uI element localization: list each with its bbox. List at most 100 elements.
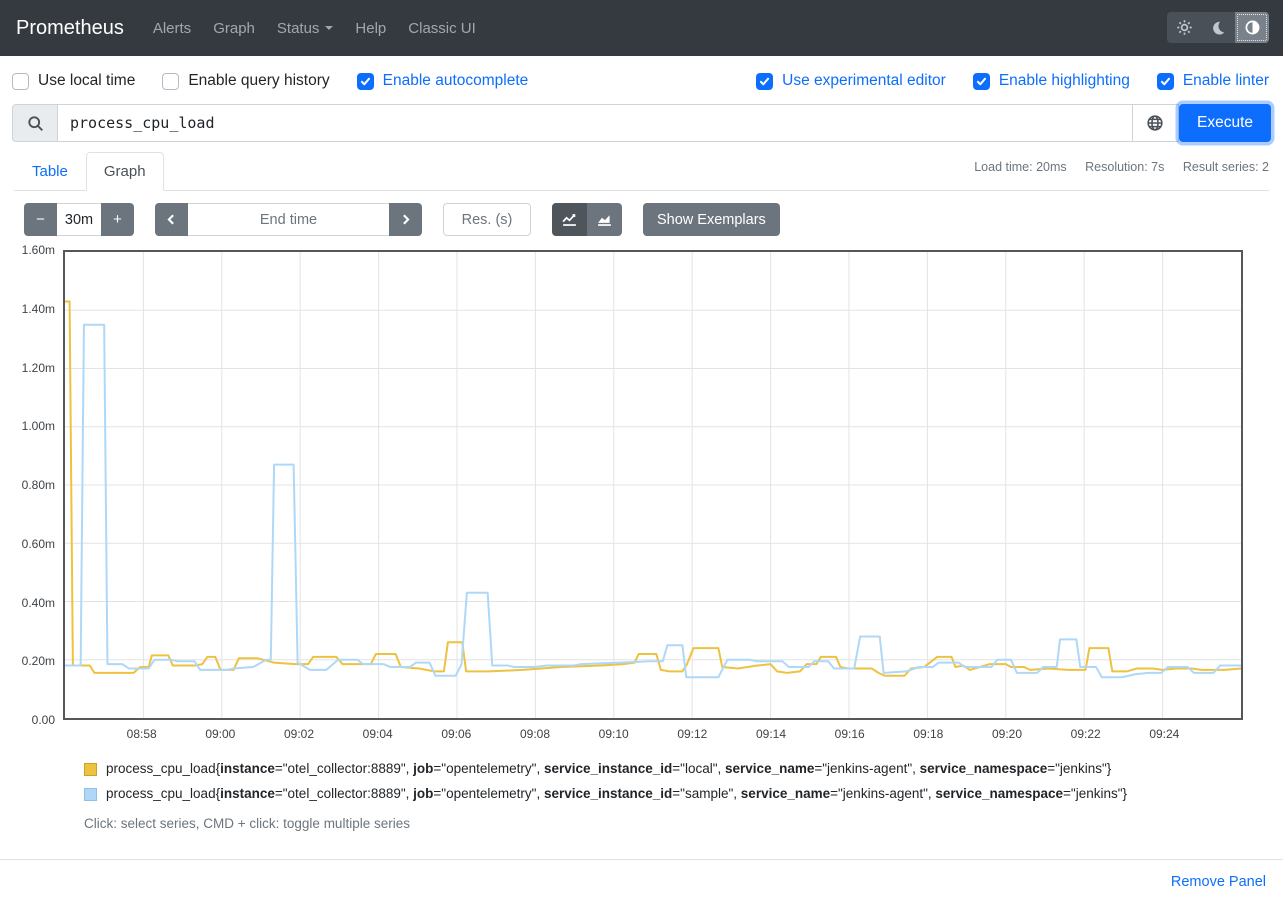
checkbox-label: Enable autocomplete bbox=[383, 72, 529, 90]
moon-icon bbox=[1210, 20, 1226, 36]
graph-type-toggle bbox=[552, 203, 622, 236]
tab-row: Table Graph Load time: 20ms Resolution: … bbox=[14, 152, 1269, 191]
checked-checkbox-icon bbox=[973, 73, 990, 90]
nav-item-classic-ui[interactable]: Classic UI bbox=[397, 20, 487, 37]
tabs: Table Graph bbox=[14, 152, 164, 190]
checkbox-enable-query-history[interactable]: Enable query history bbox=[162, 72, 329, 90]
x-tick-label: 09:02 bbox=[284, 727, 314, 741]
time-back-button[interactable] bbox=[155, 203, 188, 236]
dark-theme-button[interactable] bbox=[1201, 12, 1235, 43]
series-line-sample bbox=[65, 325, 1241, 677]
execute-button[interactable]: Execute bbox=[1179, 104, 1271, 142]
metrics-explorer-button[interactable] bbox=[1132, 104, 1179, 142]
time-forward-button[interactable] bbox=[389, 203, 422, 236]
load-time-stat: Load time: 20ms bbox=[974, 160, 1066, 174]
x-tick-label: 09:18 bbox=[913, 727, 943, 741]
options-left-group: Use local time Enable query history Enable… bbox=[12, 72, 528, 90]
checked-checkbox-icon bbox=[1157, 73, 1174, 90]
x-tick-label: 09:04 bbox=[363, 727, 393, 741]
x-tick-label: 09:22 bbox=[1071, 727, 1101, 741]
checkbox-enable-linter[interactable]: Enable linter bbox=[1157, 72, 1269, 90]
y-tick-label: 1.00m bbox=[22, 419, 55, 433]
line-graph-button[interactable] bbox=[552, 203, 587, 236]
half-circle-icon bbox=[1244, 19, 1261, 36]
query-stats: Load time: 20ms Resolution: 7s Result se… bbox=[959, 152, 1269, 190]
navbar: Prometheus Alerts Graph Status Help Clas… bbox=[0, 0, 1283, 56]
tab-graph[interactable]: Graph bbox=[86, 152, 164, 191]
checked-checkbox-icon bbox=[756, 73, 773, 90]
remove-panel-row: Remove Panel bbox=[0, 873, 1266, 891]
unchecked-checkbox-icon bbox=[12, 73, 29, 90]
legend-item[interactable]: process_cpu_load{instance="otel_collecto… bbox=[84, 785, 1269, 803]
legend-metric-text: process_cpu_load{instance="otel_collecto… bbox=[106, 785, 1127, 803]
stacked-graph-button[interactable] bbox=[587, 203, 622, 236]
x-tick-label: 09:10 bbox=[599, 727, 629, 741]
panel-divider bbox=[0, 859, 1283, 860]
x-tick-label: 09:08 bbox=[520, 727, 550, 741]
checkbox-label: Use local time bbox=[38, 72, 135, 90]
theme-toggle-group bbox=[1167, 12, 1269, 43]
checkbox-use-local-time[interactable]: Use local time bbox=[12, 72, 135, 90]
x-tick-label: 09:24 bbox=[1149, 727, 1179, 741]
x-tick-label: 09:12 bbox=[677, 727, 707, 741]
chart-legend: process_cpu_load{instance="otel_collecto… bbox=[84, 760, 1269, 803]
y-tick-label: 0.80m bbox=[22, 478, 55, 492]
resolution-stat: Resolution: 7s bbox=[1085, 160, 1164, 174]
options-right-group: Use experimental editor Enable highlighti… bbox=[756, 72, 1269, 90]
range-input-group: − + bbox=[24, 203, 134, 236]
end-time-input-group bbox=[155, 203, 422, 236]
graph-panel: 0.000.20m0.40m0.60m0.80m1.00m1.20m1.40m1… bbox=[14, 250, 1243, 744]
x-tick-label: 09:20 bbox=[992, 727, 1022, 741]
nav-item-alerts[interactable]: Alerts bbox=[142, 20, 202, 37]
legend-swatch bbox=[84, 763, 97, 776]
checkbox-label: Enable highlighting bbox=[999, 72, 1130, 90]
x-tick-label: 08:58 bbox=[127, 727, 157, 741]
legend-metric-text: process_cpu_load{instance="otel_collecto… bbox=[106, 760, 1111, 778]
options-row: Use local time Enable query history Enable… bbox=[0, 56, 1283, 90]
light-theme-button[interactable] bbox=[1167, 12, 1201, 43]
range-input[interactable] bbox=[57, 203, 101, 236]
y-tick-label: 0.40m bbox=[22, 596, 55, 610]
increase-range-button[interactable]: + bbox=[101, 203, 134, 236]
y-axis: 0.000.20m0.40m0.60m0.80m1.00m1.20m1.40m1… bbox=[14, 250, 63, 720]
chart-svg bbox=[65, 252, 1241, 718]
resolution-input[interactable] bbox=[443, 203, 531, 236]
nav-item-graph[interactable]: Graph bbox=[202, 20, 266, 37]
caret-down-icon bbox=[325, 26, 333, 30]
y-tick-label: 0.20m bbox=[22, 654, 55, 668]
y-tick-label: 0.00 bbox=[32, 713, 55, 727]
tab-table[interactable]: Table bbox=[14, 152, 86, 191]
checkbox-label: Enable linter bbox=[1183, 72, 1269, 90]
x-tick-label: 09:06 bbox=[441, 727, 471, 741]
chart-plot-area[interactable] bbox=[63, 250, 1243, 720]
search-addon bbox=[12, 104, 57, 142]
nav-item-status-label: Status bbox=[277, 20, 320, 37]
y-tick-label: 1.60m bbox=[22, 243, 55, 257]
checkbox-use-experimental-editor[interactable]: Use experimental editor bbox=[756, 72, 946, 90]
remove-panel-link[interactable]: Remove Panel bbox=[1171, 874, 1266, 890]
x-tick-label: 09:16 bbox=[835, 727, 865, 741]
auto-theme-button[interactable] bbox=[1235, 12, 1269, 43]
nav-item-help[interactable]: Help bbox=[344, 20, 397, 37]
sun-icon bbox=[1176, 19, 1193, 36]
checkbox-enable-autocomplete[interactable]: Enable autocomplete bbox=[357, 72, 529, 90]
query-expression-input[interactable] bbox=[57, 104, 1132, 142]
result-series-stat: Result series: 2 bbox=[1183, 160, 1269, 174]
legend-item[interactable]: process_cpu_load{instance="otel_collecto… bbox=[84, 760, 1269, 778]
query-row: Execute bbox=[12, 104, 1271, 142]
chevron-left-icon bbox=[165, 213, 178, 226]
nav-item-status[interactable]: Status bbox=[266, 20, 345, 37]
end-time-input[interactable] bbox=[188, 203, 389, 236]
graph-controls: − + Show Exemplars bbox=[24, 203, 1283, 236]
checkbox-enable-highlighting[interactable]: Enable highlighting bbox=[973, 72, 1130, 90]
unchecked-checkbox-icon bbox=[162, 73, 179, 90]
y-tick-label: 1.40m bbox=[22, 302, 55, 316]
checked-checkbox-icon bbox=[357, 73, 374, 90]
y-tick-label: 1.20m bbox=[22, 361, 55, 375]
search-icon bbox=[27, 115, 44, 132]
globe-icon bbox=[1146, 114, 1164, 132]
decrease-range-button[interactable]: − bbox=[24, 203, 57, 236]
brand-prometheus[interactable]: Prometheus bbox=[16, 17, 124, 40]
show-exemplars-button[interactable]: Show Exemplars bbox=[643, 203, 780, 236]
x-axis: 08:5809:0009:0209:0409:0609:0809:1009:12… bbox=[14, 720, 1243, 744]
